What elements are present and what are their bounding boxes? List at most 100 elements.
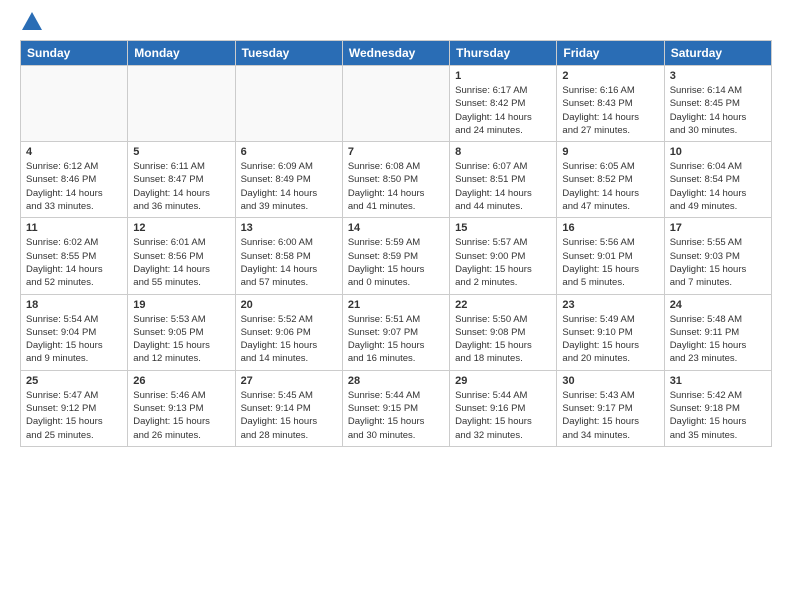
day-info: Sunrise: 6:11 AM Sunset: 8:47 PM Dayligh… [133, 160, 229, 213]
calendar-cell: 22 Sunrise: 5:50 AM Sunset: 9:08 PM Dayli… [450, 294, 557, 370]
calendar-cell: 31Sunrise: 5:42 AM Sunset: 9:18 PM Dayli… [664, 370, 771, 446]
day-number: 11 [26, 222, 122, 234]
day-number: 2 [562, 70, 658, 82]
day-info: Sunrise: 6:04 AM Sunset: 8:54 PM Dayligh… [670, 160, 766, 213]
day-number: 27 [241, 375, 337, 387]
calendar-cell [21, 66, 128, 142]
calendar-cell [342, 66, 449, 142]
day-number: 16 [562, 222, 658, 234]
calendar-cell [235, 66, 342, 142]
calendar-week-5: 25 Sunrise: 5:47 AM Sunset: 9:12 PM Dayli… [21, 370, 772, 446]
day-number: 17 [670, 222, 766, 234]
day-number: 19 [133, 299, 229, 311]
day-number: 15 [455, 222, 551, 234]
day-info: Sunrise: 6:08 AM Sunset: 8:50 PM Dayligh… [348, 160, 444, 213]
calendar-week-4: 18 Sunrise: 5:54 AM Sunset: 9:04 PM Dayli… [21, 294, 772, 370]
calendar-week-3: 11Sunrise: 6:02 AM Sunset: 8:55 PM Dayli… [21, 218, 772, 294]
calendar-cell: 29 Sunrise: 5:44 AM Sunset: 9:16 PM Dayli… [450, 370, 557, 446]
calendar-cell: 16 Sunrise: 5:56 AM Sunset: 9:01 PM Dayli… [557, 218, 664, 294]
calendar-cell: 2 Sunrise: 6:16 AM Sunset: 8:43 PM Daylig… [557, 66, 664, 142]
day-info: Sunrise: 5:54 AM Sunset: 9:04 PM Dayligh… [26, 313, 122, 366]
day-info: Sunrise: 5:47 AM Sunset: 9:12 PM Dayligh… [26, 389, 122, 442]
day-number: 9 [562, 146, 658, 158]
calendar-cell: 9Sunrise: 6:05 AM Sunset: 8:52 PM Daylig… [557, 142, 664, 218]
calendar-table: SundayMondayTuesdayWednesdayThursdayFrid… [20, 40, 772, 447]
day-number: 13 [241, 222, 337, 234]
calendar-cell: 17 Sunrise: 5:55 AM Sunset: 9:03 PM Dayli… [664, 218, 771, 294]
day-number: 25 [26, 375, 122, 387]
calendar-cell: 24 Sunrise: 5:48 AM Sunset: 9:11 PM Dayli… [664, 294, 771, 370]
calendar-cell: 7 Sunrise: 6:08 AM Sunset: 8:50 PM Daylig… [342, 142, 449, 218]
day-info: Sunrise: 5:43 AM Sunset: 9:17 PM Dayligh… [562, 389, 658, 442]
day-number: 7 [348, 146, 444, 158]
calendar-cell: 15Sunrise: 5:57 AM Sunset: 9:00 PM Dayli… [450, 218, 557, 294]
logo-text [20, 16, 42, 30]
day-number: 21 [348, 299, 444, 311]
calendar-week-1: 1Sunrise: 6:17 AM Sunset: 8:42 PM Daylig… [21, 66, 772, 142]
calendar-cell: 20 Sunrise: 5:52 AM Sunset: 9:06 PM Dayli… [235, 294, 342, 370]
day-number: 24 [670, 299, 766, 311]
calendar-cell: 8 Sunrise: 6:07 AM Sunset: 8:51 PM Daylig… [450, 142, 557, 218]
calendar-cell: 28 Sunrise: 5:44 AM Sunset: 9:15 PM Dayli… [342, 370, 449, 446]
day-info: Sunrise: 5:45 AM Sunset: 9:14 PM Dayligh… [241, 389, 337, 442]
day-number: 28 [348, 375, 444, 387]
day-number: 18 [26, 299, 122, 311]
day-number: 29 [455, 375, 551, 387]
day-info: Sunrise: 6:12 AM Sunset: 8:46 PM Dayligh… [26, 160, 122, 213]
day-number: 20 [241, 299, 337, 311]
calendar-cell: 19 Sunrise: 5:53 AM Sunset: 9:05 PM Dayli… [128, 294, 235, 370]
day-number: 14 [348, 222, 444, 234]
day-info: Sunrise: 5:46 AM Sunset: 9:13 PM Dayligh… [133, 389, 229, 442]
logo-triangle-icon [22, 12, 42, 30]
calendar-cell: 12 Sunrise: 6:01 AM Sunset: 8:56 PM Dayli… [128, 218, 235, 294]
day-info: Sunrise: 5:42 AM Sunset: 9:18 PM Dayligh… [670, 389, 766, 442]
day-info: Sunrise: 5:48 AM Sunset: 9:11 PM Dayligh… [670, 313, 766, 366]
day-info: Sunrise: 5:49 AM Sunset: 9:10 PM Dayligh… [562, 313, 658, 366]
day-info: Sunrise: 6:16 AM Sunset: 8:43 PM Dayligh… [562, 84, 658, 137]
calendar-cell: 21Sunrise: 5:51 AM Sunset: 9:07 PM Dayli… [342, 294, 449, 370]
weekday-header-monday: Monday [128, 41, 235, 66]
day-info: Sunrise: 5:55 AM Sunset: 9:03 PM Dayligh… [670, 236, 766, 289]
calendar-cell: 10 Sunrise: 6:04 AM Sunset: 8:54 PM Dayli… [664, 142, 771, 218]
header [20, 16, 772, 30]
day-info: Sunrise: 5:59 AM Sunset: 8:59 PM Dayligh… [348, 236, 444, 289]
logo [20, 16, 42, 30]
weekday-header-wednesday: Wednesday [342, 41, 449, 66]
calendar-cell: 3Sunrise: 6:14 AM Sunset: 8:45 PM Daylig… [664, 66, 771, 142]
calendar-cell: 13 Sunrise: 6:00 AM Sunset: 8:58 PM Dayli… [235, 218, 342, 294]
day-number: 10 [670, 146, 766, 158]
day-info: Sunrise: 6:17 AM Sunset: 8:42 PM Dayligh… [455, 84, 551, 137]
day-number: 4 [26, 146, 122, 158]
day-info: Sunrise: 6:01 AM Sunset: 8:56 PM Dayligh… [133, 236, 229, 289]
day-number: 26 [133, 375, 229, 387]
calendar-header-row: SundayMondayTuesdayWednesdayThursdayFrid… [21, 41, 772, 66]
weekday-header-saturday: Saturday [664, 41, 771, 66]
calendar-cell: 1Sunrise: 6:17 AM Sunset: 8:42 PM Daylig… [450, 66, 557, 142]
calendar-cell: 11Sunrise: 6:02 AM Sunset: 8:55 PM Dayli… [21, 218, 128, 294]
day-number: 8 [455, 146, 551, 158]
day-number: 5 [133, 146, 229, 158]
day-number: 22 [455, 299, 551, 311]
day-info: Sunrise: 6:09 AM Sunset: 8:49 PM Dayligh… [241, 160, 337, 213]
day-number: 3 [670, 70, 766, 82]
day-info: Sunrise: 6:00 AM Sunset: 8:58 PM Dayligh… [241, 236, 337, 289]
calendar-cell: 5 Sunrise: 6:11 AM Sunset: 8:47 PM Daylig… [128, 142, 235, 218]
day-info: Sunrise: 5:56 AM Sunset: 9:01 PM Dayligh… [562, 236, 658, 289]
calendar-cell: 14 Sunrise: 5:59 AM Sunset: 8:59 PM Dayli… [342, 218, 449, 294]
day-info: Sunrise: 6:07 AM Sunset: 8:51 PM Dayligh… [455, 160, 551, 213]
calendar-cell: 26 Sunrise: 5:46 AM Sunset: 9:13 PM Dayli… [128, 370, 235, 446]
day-info: Sunrise: 5:44 AM Sunset: 9:15 PM Dayligh… [348, 389, 444, 442]
weekday-header-friday: Friday [557, 41, 664, 66]
calendar-cell: 27 Sunrise: 5:45 AM Sunset: 9:14 PM Dayli… [235, 370, 342, 446]
day-info: Sunrise: 5:50 AM Sunset: 9:08 PM Dayligh… [455, 313, 551, 366]
calendar-cell [128, 66, 235, 142]
day-info: Sunrise: 5:53 AM Sunset: 9:05 PM Dayligh… [133, 313, 229, 366]
calendar-cell: 4 Sunrise: 6:12 AM Sunset: 8:46 PM Daylig… [21, 142, 128, 218]
calendar-cell: 23Sunrise: 5:49 AM Sunset: 9:10 PM Dayli… [557, 294, 664, 370]
page: SundayMondayTuesdayWednesdayThursdayFrid… [0, 0, 792, 463]
day-number: 12 [133, 222, 229, 234]
calendar-cell: 18 Sunrise: 5:54 AM Sunset: 9:04 PM Dayli… [21, 294, 128, 370]
day-info: Sunrise: 5:52 AM Sunset: 9:06 PM Dayligh… [241, 313, 337, 366]
day-info: Sunrise: 5:44 AM Sunset: 9:16 PM Dayligh… [455, 389, 551, 442]
day-number: 6 [241, 146, 337, 158]
